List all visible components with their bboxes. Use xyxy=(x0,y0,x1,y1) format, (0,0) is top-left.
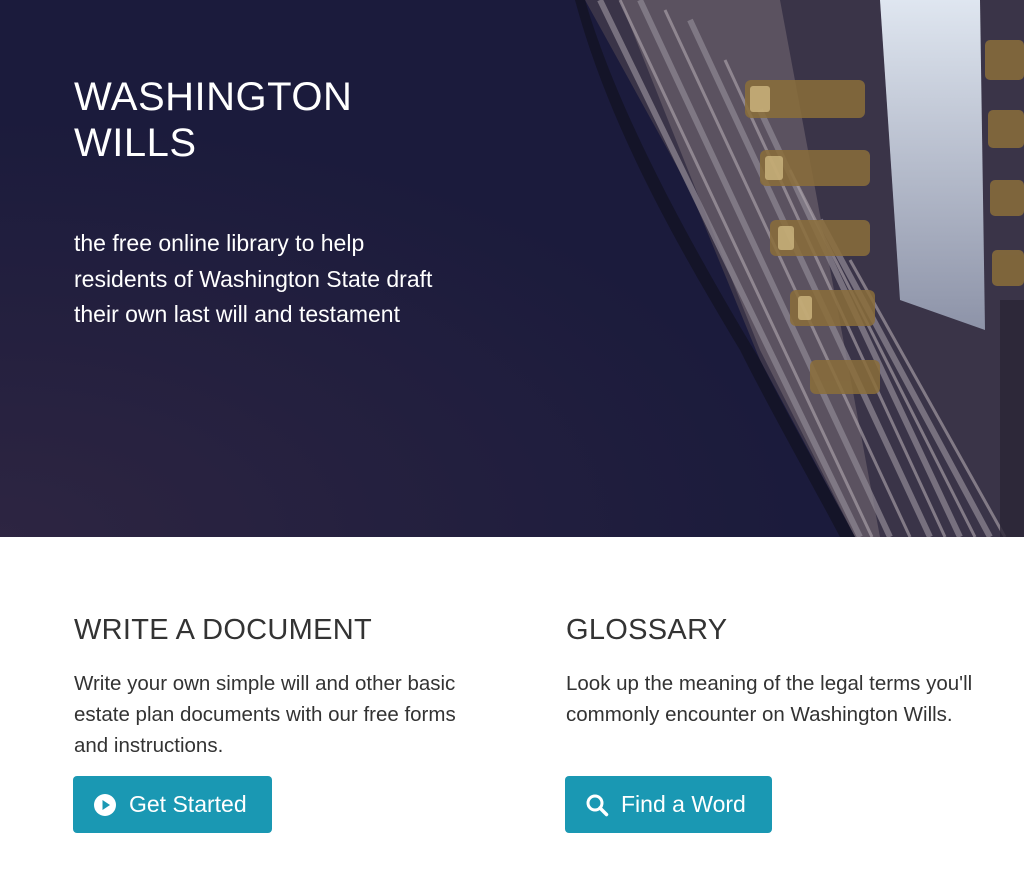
find-a-word-label: Find a Word xyxy=(621,791,746,817)
site-title-line2: WILLS xyxy=(74,121,197,165)
play-circle-icon xyxy=(93,793,117,817)
site-title: WASHINGTON WILLS xyxy=(74,74,394,166)
hero-banner: WASHINGTON WILLS the free online library… xyxy=(0,0,1024,537)
glossary-heading: GLOSSARY xyxy=(566,614,728,646)
find-a-word-button[interactable]: Find a Word xyxy=(565,776,772,833)
glossary-description-line2: commonly encounter on Washington Wills. xyxy=(566,703,953,726)
get-started-label: Get Started xyxy=(129,791,247,817)
get-started-button[interactable]: Get Started xyxy=(73,776,272,833)
tagline-line1: the free online library to help xyxy=(74,230,365,256)
hero-tagline: the free online library to help resident… xyxy=(74,226,484,333)
write-document-heading: WRITE A DOCUMENT xyxy=(74,614,373,646)
write-description-line3: and instructions. xyxy=(74,734,224,757)
glossary-section: GLOSSARY Look up the meaning of the lega… xyxy=(566,612,1006,730)
tagline-line2: residents of Washington State draft xyxy=(74,265,433,292)
write-document-description: Write your own simple will and other bas… xyxy=(74,668,514,761)
write-document-section: WRITE A DOCUMENT Write your own simple w… xyxy=(74,612,514,761)
search-icon xyxy=(585,793,609,817)
write-description-line2: estate plan documents with our free form… xyxy=(74,703,456,726)
glossary-description-line1: Look up the meaning of the legal terms y… xyxy=(566,672,973,695)
site-title-line1: WASHINGTON xyxy=(74,75,353,119)
write-description-line1: Write your own simple will and other bas… xyxy=(74,672,456,695)
tagline-line3: their own last will and testament xyxy=(74,301,400,327)
glossary-description: Look up the meaning of the legal terms y… xyxy=(566,668,1006,730)
